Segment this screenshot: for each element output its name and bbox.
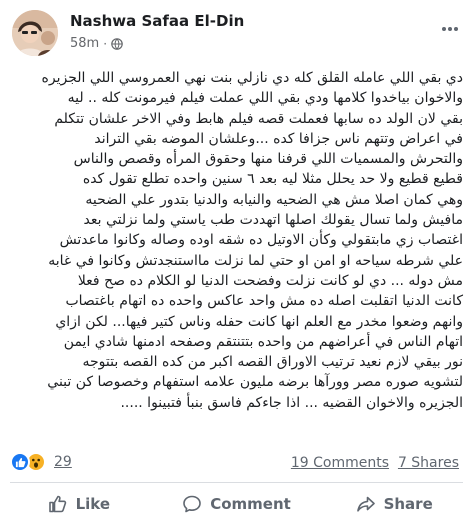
divider — [10, 482, 463, 483]
post-text-line: مش دوله ... دي لو كانت نزلت وفضحت الدنيا… — [77, 272, 463, 289]
post-text-line: والاخوان بياخدوا كلامها ودي بقي اللي عمل… — [67, 90, 463, 107]
post-text-line: اغتصاب زي مابتقولي وكأن الاوتيل ده شقه ا… — [59, 232, 463, 249]
post-text-line: الجزيره والاخوان القضيه ... اذا جاءكم فا… — [120, 394, 463, 411]
post-text-line: كانت الدنيا اتقلبت اصله ده مش واحد عاكس … — [65, 293, 463, 310]
thumbs-up-icon — [48, 495, 66, 513]
comment-label: Comment — [210, 495, 291, 513]
post-header: Nashwa Safaa El-Din 58m · — [0, 0, 473, 62]
post-text-line: علي شرطه سياحه او امن او حتي لما نزلت ما… — [48, 252, 463, 269]
post-text-line: والتحرش والمسميات اللي قرفنا منها وحقوق … — [73, 151, 463, 168]
meta-separator: · — [103, 36, 108, 51]
like-label: Like — [75, 495, 111, 513]
post-body: دي بقي اللي عامله القلق كله دي نازلي بنت… — [10, 68, 463, 413]
post-text-line: وهي كمان اصلا مش هي الضحيه والنيابه والد… — [85, 191, 463, 208]
globe-icon — [111, 37, 123, 50]
post-text-line: اتهام الناس في أعراضهم من واحده بتتنتقم … — [63, 333, 463, 350]
action-bar: Like Comment Share — [0, 484, 473, 524]
shares-count-link[interactable]: 7 Shares — [398, 455, 459, 471]
post-text-line: نور بيقي لازم نعيد ترتيب الاوراق القصه ا… — [82, 354, 463, 371]
more-options-icon[interactable] — [441, 16, 459, 37]
like-reaction-icon — [10, 452, 30, 472]
post-text-line: وانهم وضعوا مخدر مع العلم انها كانت حفله… — [55, 313, 463, 330]
post-text-line: مافيش ولما تسال يقولك اصلها اتهددت طب يا… — [83, 212, 464, 229]
post-text-line: قطيع قطيع ولا حد يحلل مثلا ليه بعد ٦ سني… — [82, 171, 463, 188]
author-name[interactable]: Nashwa Safaa El-Din — [70, 12, 244, 30]
post-text-line: بقي لان الولد ده سابها فعملت قصه فيلم ها… — [54, 110, 463, 127]
comment-icon — [183, 495, 202, 513]
post-time[interactable]: 58m — [70, 36, 99, 51]
post-text-line: في اعراض وتتهم ناس جزافا كده ...وعلشان ا… — [94, 130, 463, 147]
share-label: Share — [383, 495, 433, 513]
reaction-count[interactable]: 29 — [54, 454, 72, 470]
avatar[interactable] — [12, 10, 58, 56]
comment-button[interactable]: Comment — [158, 484, 316, 524]
post-meta: 58m · — [70, 36, 123, 51]
share-icon — [356, 496, 375, 512]
like-button[interactable]: Like — [0, 484, 158, 524]
comments-count-link[interactable]: 19 Comments — [291, 455, 389, 471]
post-text-line: لتشويه صوره مصر وورآها برضه مليون علامه … — [47, 374, 463, 391]
engagement-stats: 19 Comments 7 Shares — [291, 455, 459, 471]
post-text-line: دي بقي اللي عامله القلق كله دي نازلي بنت… — [41, 70, 463, 86]
share-button[interactable]: Share — [315, 484, 473, 524]
reaction-summary[interactable]: 29 — [10, 452, 72, 472]
